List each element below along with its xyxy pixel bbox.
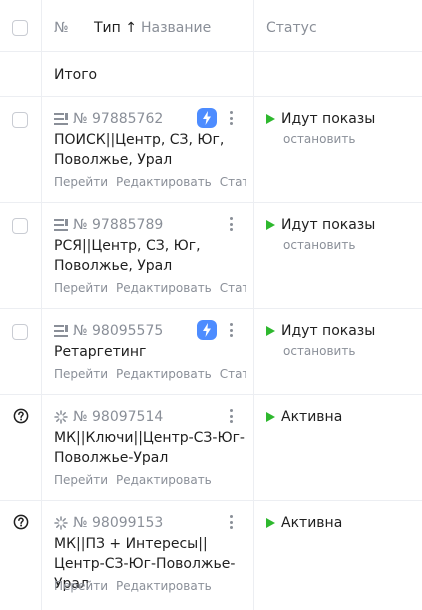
status-badge: Идут показы bbox=[266, 216, 375, 234]
link-edit[interactable]: Редактировать bbox=[116, 473, 212, 487]
row-checkbox[interactable] bbox=[12, 218, 28, 234]
table-row: № 97885789 РСЯ||Центр, СЗ, Юг, Поволжье,… bbox=[0, 203, 422, 309]
campaign-name[interactable]: РСЯ||Центр, СЗ, Юг, Поволжье, Урал bbox=[54, 236, 246, 276]
table-row: № 98099153 МК||ПЗ + Интересы||Центр-СЗ-Ю… bbox=[0, 501, 422, 610]
row-checkbox[interactable] bbox=[12, 324, 28, 340]
link-open[interactable]: Перейти bbox=[54, 579, 108, 593]
play-status-icon bbox=[266, 114, 275, 124]
table-row: № 98095575 Ретаргетинг Перейти Редактиров… bbox=[0, 309, 422, 395]
campaign-links: Перейти Редактировать Статистика bbox=[54, 366, 246, 382]
status-badge: Идут показы bbox=[266, 110, 375, 128]
column-header-number[interactable]: № bbox=[54, 19, 69, 37]
campaign-name[interactable]: МК||Ключи||Центр-СЗ-Юг-Поволжье-Урал bbox=[54, 428, 246, 468]
select-all-checkbox[interactable] bbox=[12, 20, 28, 36]
status-badge: Активна bbox=[266, 408, 342, 426]
campaign-links: Перейти Редактировать bbox=[54, 472, 246, 488]
column-header-status[interactable]: Статус bbox=[266, 19, 317, 37]
text-ad-icon bbox=[54, 113, 68, 125]
more-menu-icon[interactable] bbox=[226, 215, 236, 233]
total-label: Итого bbox=[54, 67, 98, 83]
link-open[interactable]: Перейти bbox=[54, 473, 108, 487]
status-badge: Активна bbox=[266, 514, 342, 532]
campaign-table: № Тип ↑ Название Статус Итого № 97885762… bbox=[0, 0, 422, 610]
link-open[interactable]: Перейти bbox=[54, 367, 108, 381]
more-menu-icon[interactable] bbox=[226, 407, 236, 425]
link-edit[interactable]: Редактировать bbox=[116, 367, 212, 381]
table-row: № 97885762 ПОИСК||Центр, СЗ, Юг, Поволжь… bbox=[0, 97, 422, 203]
link-stats[interactable]: Статистика bbox=[220, 175, 246, 189]
campaign-id[interactable]: № 97885789 bbox=[54, 216, 163, 234]
help-icon[interactable] bbox=[13, 408, 29, 424]
status-badge: Идут показы bbox=[266, 322, 375, 340]
campaign-id[interactable]: № 97885762 bbox=[54, 110, 163, 128]
column-header-name[interactable]: Название bbox=[141, 19, 211, 37]
autotargeting-bolt-icon[interactable] bbox=[197, 320, 217, 340]
more-menu-icon[interactable] bbox=[226, 109, 236, 127]
table-row: № 98097514 МК||Ключи||Центр-СЗ-Юг-Поволж… bbox=[0, 395, 422, 501]
link-edit[interactable]: Редактировать bbox=[116, 175, 212, 189]
play-status-icon bbox=[266, 518, 275, 528]
campaign-id[interactable]: № 98097514 bbox=[54, 408, 163, 426]
master-campaign-icon bbox=[54, 516, 68, 530]
total-row: Итого bbox=[0, 52, 422, 97]
campaign-links: Перейти Редактировать bbox=[54, 578, 246, 594]
stop-link[interactable]: остановить bbox=[283, 237, 355, 253]
text-ad-icon bbox=[54, 219, 68, 231]
stop-link[interactable]: остановить bbox=[283, 131, 355, 147]
row-checkbox[interactable] bbox=[12, 112, 28, 128]
play-status-icon bbox=[266, 326, 275, 336]
link-stats[interactable]: Статистика bbox=[220, 367, 246, 381]
more-menu-icon[interactable] bbox=[226, 513, 236, 531]
sort-arrow-icon: ↑ bbox=[125, 20, 137, 36]
column-header-type[interactable]: Тип ↑ bbox=[94, 19, 137, 37]
campaign-name[interactable]: ПОИСК||Центр, СЗ, Юг, Поволжье, Урал bbox=[54, 130, 246, 170]
play-status-icon bbox=[266, 220, 275, 230]
help-icon[interactable] bbox=[13, 514, 29, 530]
link-stats[interactable]: Статистика bbox=[220, 281, 246, 295]
more-menu-icon[interactable] bbox=[226, 321, 236, 339]
campaign-id[interactable]: № 98095575 bbox=[54, 322, 163, 340]
link-edit[interactable]: Редактировать bbox=[116, 281, 212, 295]
master-campaign-icon bbox=[54, 410, 68, 424]
stop-link[interactable]: остановить bbox=[283, 343, 355, 359]
link-edit[interactable]: Редактировать bbox=[116, 579, 212, 593]
table-header: № Тип ↑ Название Статус bbox=[0, 0, 422, 52]
campaign-id[interactable]: № 98099153 bbox=[54, 514, 163, 532]
text-ad-icon bbox=[54, 325, 68, 337]
link-open[interactable]: Перейти bbox=[54, 281, 108, 295]
autotargeting-bolt-icon[interactable] bbox=[197, 108, 217, 128]
play-status-icon bbox=[266, 412, 275, 422]
link-open[interactable]: Перейти bbox=[54, 175, 108, 189]
campaign-links: Перейти Редактировать Статистика bbox=[54, 280, 246, 296]
campaign-links: Перейти Редактировать Статистика bbox=[54, 174, 246, 190]
campaign-name[interactable]: Ретаргетинг bbox=[54, 342, 246, 362]
